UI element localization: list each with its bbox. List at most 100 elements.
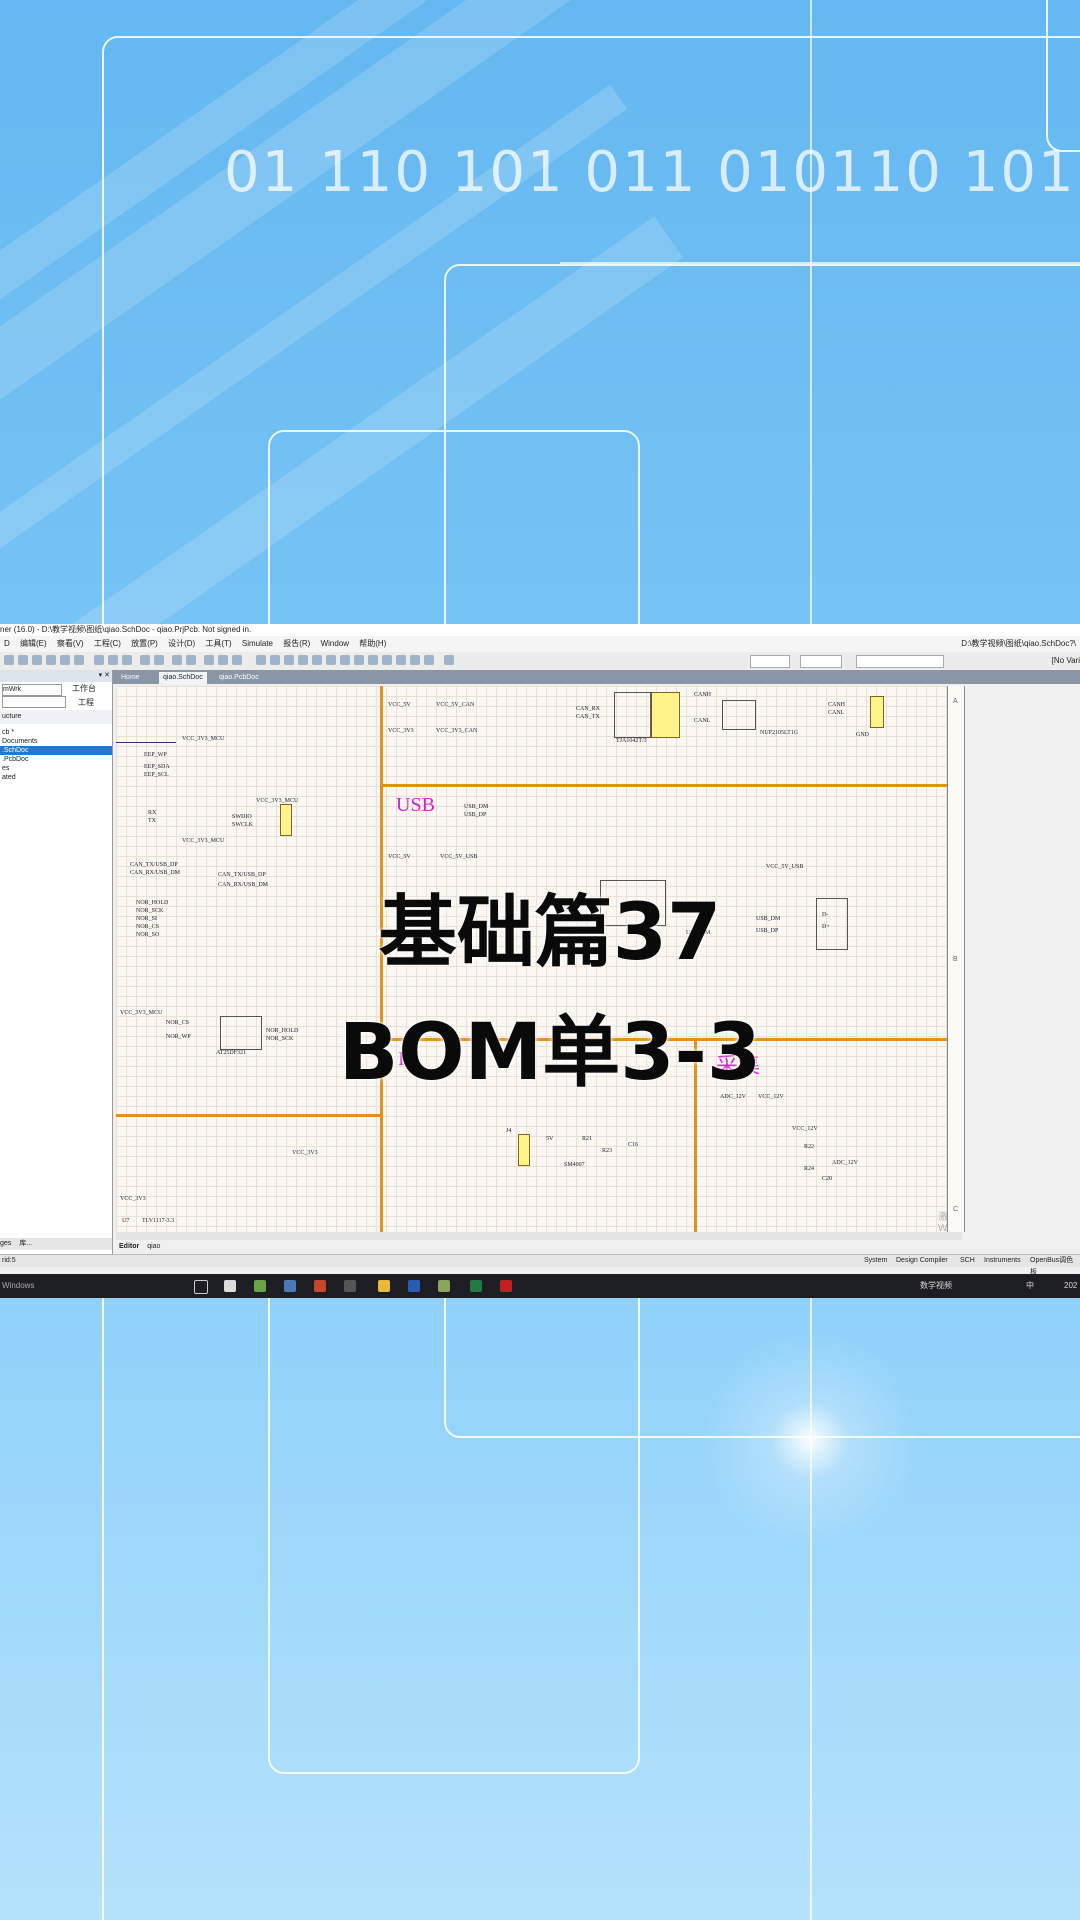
tray-label[interactable]: 数学视频 [920, 1274, 952, 1298]
toolbar-noerc-icon[interactable] [410, 655, 420, 665]
toolbar-bus-entry-icon[interactable] [284, 655, 294, 665]
toolbar-redo-icon[interactable] [186, 655, 196, 665]
word-icon[interactable] [408, 1280, 420, 1292]
workspace-button[interactable]: 工作台 [72, 682, 96, 696]
toolbar-cut-icon[interactable] [94, 655, 104, 665]
menu-item-design[interactable]: 设计(D) [168, 636, 195, 652]
toolbar-gnd-icon[interactable] [312, 655, 322, 665]
toolbar-browse-icon[interactable] [218, 655, 228, 665]
calculator-icon[interactable] [224, 1280, 236, 1292]
toolbar-bus-icon[interactable] [270, 655, 280, 665]
menu-item-edit[interactable]: 编辑(E) [20, 636, 47, 652]
excel-icon[interactable] [470, 1280, 482, 1292]
workspace-combo[interactable]: mWrk [2, 684, 62, 696]
net-label: RX [148, 810, 157, 816]
toolbar-port-icon[interactable] [382, 655, 392, 665]
menu-item-window[interactable]: Window [321, 636, 349, 652]
variant-selector[interactable]: [No Vari [1052, 652, 1080, 670]
menu-item-tools[interactable]: 工具(T) [205, 636, 231, 652]
toolbar-inspect-icon[interactable] [232, 655, 242, 665]
toolbar-wire-icon[interactable] [256, 655, 266, 665]
net-label: TX [148, 818, 156, 824]
ime-indicator[interactable]: 中 [1026, 1274, 1034, 1298]
net-label: GND [856, 732, 869, 738]
status-sch[interactable]: SCH [960, 1255, 975, 1267]
swd-header [280, 804, 292, 836]
app-icon[interactable] [314, 1280, 326, 1292]
tab-editor[interactable]: Editor [119, 1243, 139, 1250]
menu-item-help[interactable]: 帮助(H) [359, 636, 386, 652]
toolbar-sheet-entry-icon[interactable] [368, 655, 378, 665]
net-label: TJA1042T/3 [616, 738, 647, 744]
toolbar-select-icon[interactable] [140, 655, 150, 665]
toolbar-zoom-fit-icon[interactable] [74, 655, 84, 665]
status-system[interactable]: System [864, 1255, 887, 1267]
menu-item-view[interactable]: 察看(V) [57, 636, 84, 652]
can-chip-outline [614, 692, 652, 738]
net-label: R21 [582, 1136, 593, 1142]
toolbar-netlabel-icon[interactable] [298, 655, 308, 665]
tree-item-pcbdoc[interactable]: .PcbDoc [0, 755, 112, 764]
toolbar-sheet-icon[interactable] [354, 655, 364, 665]
toolbar-print-icon[interactable] [46, 655, 56, 665]
menu-item-simulate[interactable]: Simulate [242, 636, 273, 652]
net-label: VCC_3V3 [292, 1150, 318, 1156]
pdf-icon[interactable] [500, 1280, 512, 1292]
panel-tab-pages[interactable]: ges [0, 1240, 11, 1247]
task-view-icon[interactable] [194, 1280, 208, 1294]
toolbar-new-icon[interactable] [4, 655, 14, 665]
toolbar-open-icon[interactable] [18, 655, 28, 665]
document-tabs: Home qiao.SchDoc qiao.PcbDoc [113, 670, 1080, 684]
region-divider [116, 1114, 380, 1117]
toolbar-save-icon[interactable] [32, 655, 42, 665]
tab-qiao[interactable]: qiao [147, 1243, 160, 1250]
toolbar-pen-icon[interactable] [444, 655, 454, 665]
toolbar-combo-3[interactable] [856, 655, 944, 668]
clock[interactable]: 202 [1064, 1274, 1077, 1298]
status-instruments[interactable]: Instruments [984, 1255, 1021, 1267]
toolbar-combo-2[interactable] [800, 655, 842, 668]
altium-icon[interactable] [254, 1280, 266, 1292]
horizontal-scrollbar[interactable] [116, 1232, 962, 1240]
tree-item-schdoc[interactable]: .SchDoc [0, 746, 112, 755]
app-icon[interactable] [284, 1280, 296, 1292]
menu-item-first[interactable]: D [4, 636, 10, 652]
menu-item-place[interactable]: 放置(P) [131, 636, 158, 652]
altium-active-icon[interactable] [438, 1280, 450, 1292]
toolbar-part-icon[interactable] [340, 655, 350, 665]
toolbar-move-icon[interactable] [154, 655, 164, 665]
project-button[interactable]: 工程 [78, 696, 94, 710]
tree-item-libraries[interactable]: es [0, 764, 112, 773]
net-label: EEP_WP [144, 752, 167, 758]
menu-item-project[interactable]: 工程(C) [94, 636, 121, 652]
toolbar-undo-icon[interactable] [172, 655, 182, 665]
taskbar-search[interactable]: Windows [2, 1281, 34, 1290]
toolbar-hierarchy-icon[interactable] [204, 655, 214, 665]
tvs-diode [722, 700, 756, 730]
toolbar-combo-1[interactable] [750, 655, 790, 668]
toolbar: [No Vari [0, 652, 1080, 671]
tab-home[interactable]: Home [117, 672, 144, 684]
toolbar-text-icon[interactable] [424, 655, 434, 665]
wire [116, 742, 176, 743]
project-combo[interactable] [2, 696, 66, 708]
tree-item-documents[interactable]: Documents [0, 737, 112, 746]
panel-tab-libraries[interactable]: 库... [19, 1240, 32, 1247]
toolbar-copy-icon[interactable] [108, 655, 118, 665]
structure-row: ucture [0, 710, 112, 724]
menu-item-reports[interactable]: 报告(R) [283, 636, 310, 652]
toolbar-vcc-icon[interactable] [326, 655, 336, 665]
net-label: VCC_3V3_MCU [256, 798, 299, 804]
net-label: CAN_TX [576, 714, 600, 720]
tree-item-project[interactable]: cb * [0, 728, 112, 737]
app-icon[interactable] [344, 1280, 356, 1292]
status-design-compiler[interactable]: Design Compiler [896, 1255, 948, 1267]
net-label: CANH [828, 702, 846, 708]
tab-pcbdoc[interactable]: qiao.PcbDoc [215, 672, 263, 684]
toolbar-paste-icon[interactable] [122, 655, 132, 665]
tree-item-generated[interactable]: ated [0, 773, 112, 782]
file-explorer-icon[interactable] [378, 1280, 390, 1292]
toolbar-directive-icon[interactable] [396, 655, 406, 665]
toolbar-zoom-icon[interactable] [60, 655, 70, 665]
tab-schdoc[interactable]: qiao.SchDoc [159, 672, 207, 684]
